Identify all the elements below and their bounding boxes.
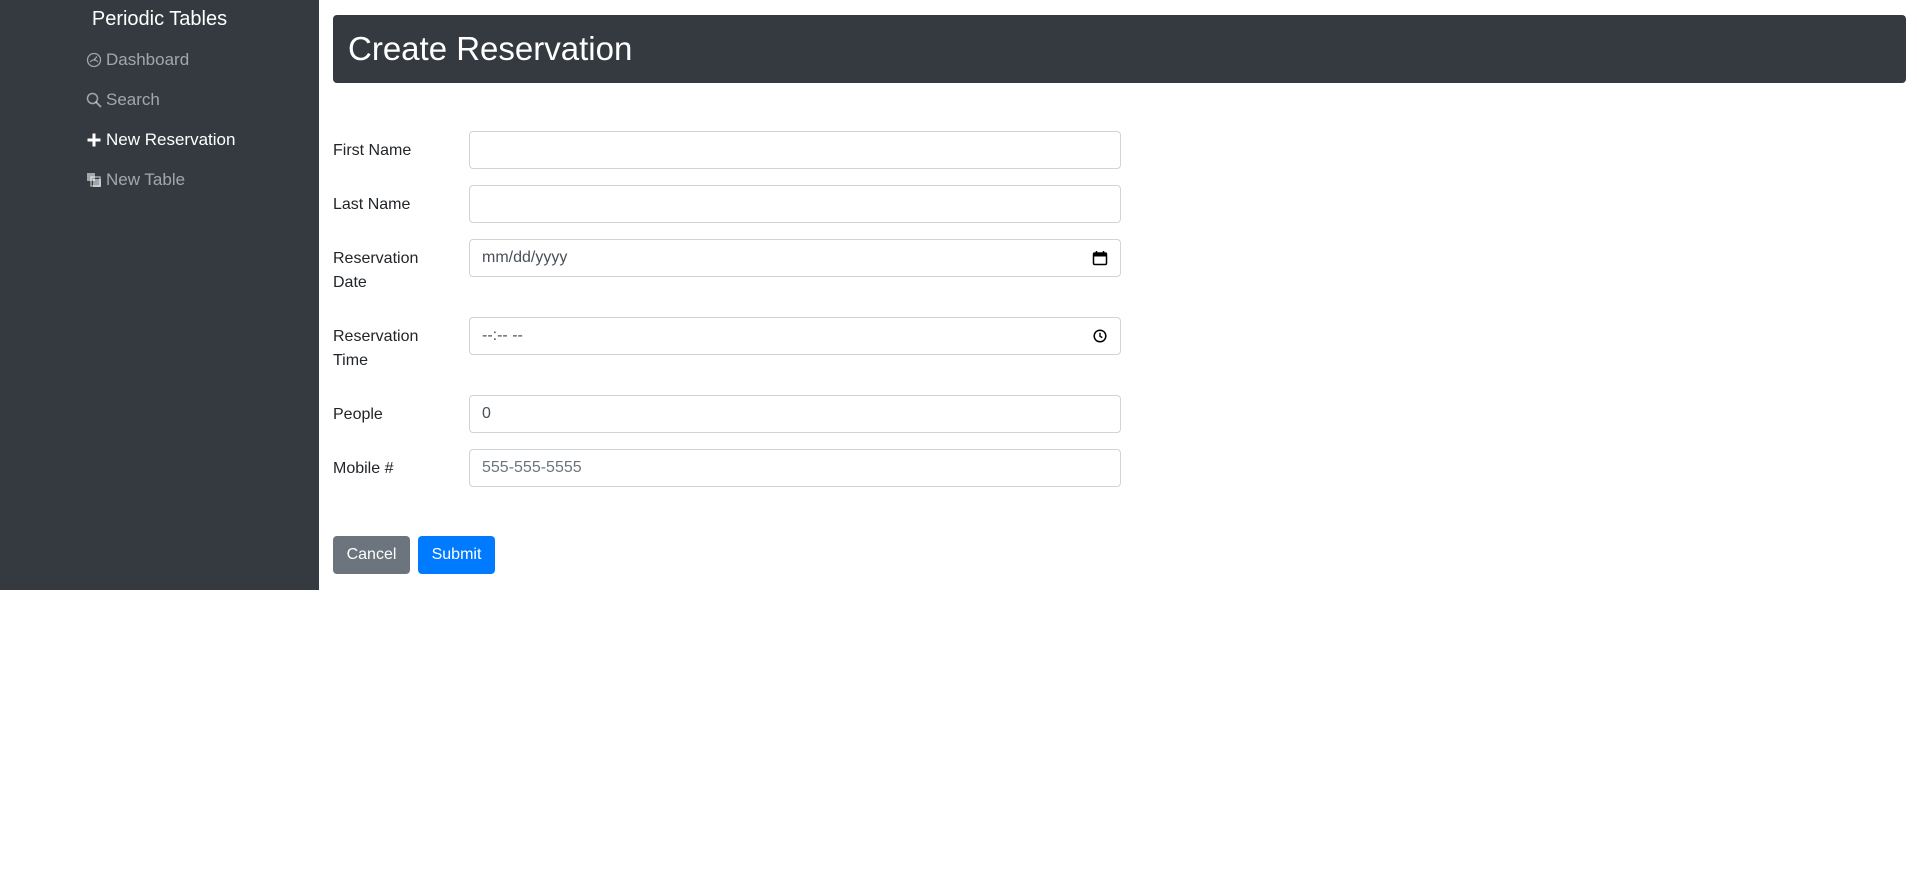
layers-icon	[86, 172, 102, 188]
mobile-label: Mobile #	[333, 460, 394, 477]
sidebar-item-search[interactable]: Search	[86, 89, 160, 111]
reservation-date-label: Reservation Date	[333, 250, 419, 291]
cancel-button[interactable]: Cancel	[333, 536, 410, 574]
mobile-input[interactable]: 555-555-5555	[469, 449, 1121, 487]
first-name-label: First Name	[333, 142, 412, 159]
main-content: Create Reservation First Name Last Name …	[319, 0, 1917, 873]
first-name-input[interactable]	[469, 131, 1121, 169]
page-title: Create Reservation	[333, 15, 1906, 83]
reservation-time-label: Reservation Time	[333, 328, 419, 369]
reservation-time-placeholder: --:-- --	[482, 327, 523, 344]
brand-title[interactable]: Periodic Tables	[0, 6, 319, 32]
sidebar-item-label: Search	[106, 90, 160, 109]
last-name-label: Last Name	[333, 196, 411, 213]
sidebar-item-label: Dashboard	[106, 50, 190, 69]
people-value: 0	[482, 405, 491, 422]
people-input[interactable]: 0	[469, 395, 1121, 433]
people-label: People	[333, 406, 383, 423]
mobile-placeholder: 555-555-5555	[482, 459, 582, 476]
sidebar-item-new-table[interactable]: New Table	[86, 169, 185, 191]
sidebar: Periodic Tables Dashboard Search New Res…	[0, 0, 319, 590]
last-name-input[interactable]	[469, 185, 1121, 223]
calendar-icon[interactable]	[1092, 250, 1108, 266]
dashboard-icon	[86, 52, 102, 68]
sidebar-item-new-reservation[interactable]: New Reservation	[86, 129, 235, 151]
sidebar-item-dashboard[interactable]: Dashboard	[86, 49, 189, 71]
submit-button[interactable]: Submit	[418, 536, 495, 574]
plus-icon	[86, 132, 102, 148]
sidebar-item-label: New Table	[106, 170, 186, 189]
reservation-date-placeholder: mm/dd/yyyy	[482, 249, 568, 266]
reservation-time-input[interactable]: --:-- --	[469, 317, 1121, 355]
clock-icon[interactable]	[1092, 328, 1108, 344]
reservation-date-input[interactable]: mm/dd/yyyy	[469, 239, 1121, 277]
sidebar-item-label: New Reservation	[106, 130, 236, 149]
search-icon	[86, 92, 102, 108]
